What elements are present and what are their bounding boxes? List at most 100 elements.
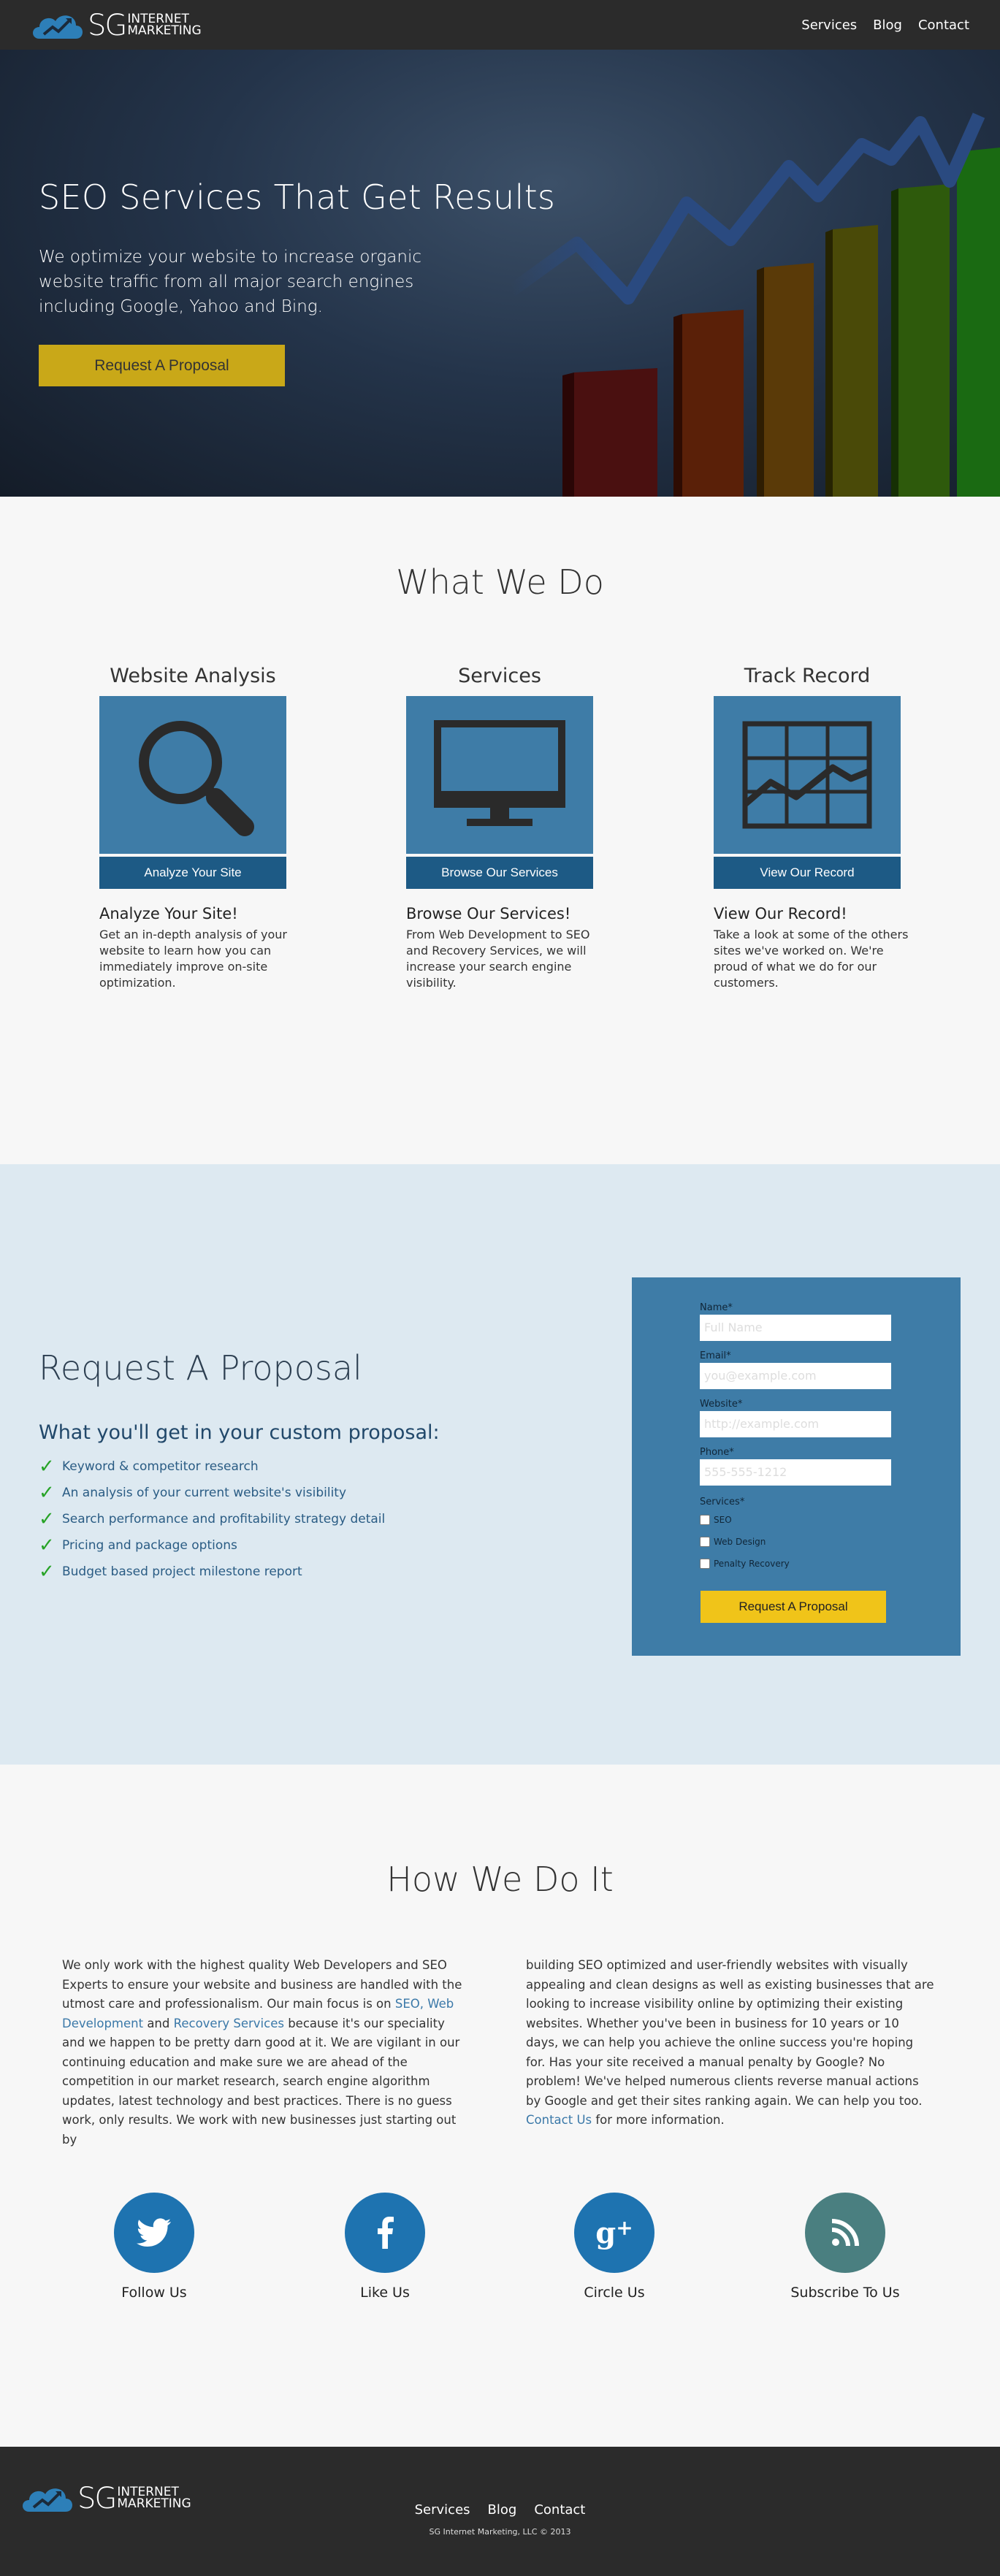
- how-text-right: building SEO optimized and user-friendly…: [526, 1956, 935, 2130]
- logo-line2: MARKETING: [127, 23, 202, 38]
- website-field[interactable]: http://example.com: [700, 1411, 891, 1437]
- name-field[interactable]: Full Name: [700, 1315, 891, 1341]
- social-google-plus[interactable]: g+ Circle Us: [556, 2193, 673, 2301]
- monitor-icon: [434, 720, 565, 826]
- social-rss[interactable]: Subscribe To Us: [787, 2193, 904, 2301]
- nav-services[interactable]: Services: [801, 18, 857, 33]
- how-we-do-it-title: How We Do It: [386, 1860, 614, 1899]
- social-label: Like Us: [360, 2285, 410, 2301]
- how-right-p2: for more information.: [592, 2113, 725, 2127]
- column-text: Take a look at some of the others sites …: [714, 928, 909, 990]
- list-item: ✓ Pricing and package options: [39, 1532, 385, 1559]
- email-field[interactable]: you@example.com: [700, 1363, 891, 1389]
- top-bar: SG INTERNET MARKETING Services Blog Cont…: [0, 0, 1000, 50]
- social-facebook[interactable]: Like Us: [327, 2193, 443, 2301]
- magnifier-icon: [139, 721, 254, 836]
- phone-field[interactable]: 555-555-1212: [700, 1459, 891, 1486]
- checkmark-icon: ✓: [39, 1534, 55, 1556]
- social-twitter[interactable]: Follow Us: [96, 2193, 213, 2301]
- list-item: ✓ Search performance and profitability st…: [39, 1506, 385, 1532]
- contact-us-link[interactable]: Contact Us: [526, 2113, 592, 2127]
- twitter-icon[interactable]: [114, 2193, 194, 2273]
- checkmark-icon: ✓: [39, 1456, 55, 1478]
- hero-request-proposal-button[interactable]: Request A Proposal: [39, 345, 285, 386]
- track-record-tile[interactable]: [714, 696, 901, 854]
- list-item-text: Search performance and profitability str…: [62, 1512, 386, 1526]
- footer-nav-blog[interactable]: Blog: [488, 2502, 517, 2518]
- form-submit-button[interactable]: Request A Proposal: [701, 1591, 886, 1623]
- how-right-p1: building SEO optimized and user-friendly…: [526, 1958, 934, 2108]
- column-text: From Web Development to SEO and Recovery…: [406, 928, 590, 990]
- checkbox[interactable]: [700, 1515, 710, 1525]
- social-label: Circle Us: [584, 2285, 645, 2301]
- footer-nav-services[interactable]: Services: [415, 2502, 470, 2518]
- footer: SG INTERNET MARKETING Services Blog Cont…: [0, 2447, 1000, 2576]
- service-option-penalty-recovery[interactable]: Penalty Recovery: [700, 1553, 790, 1575]
- column-subheading: View Our Record!: [714, 905, 847, 922]
- checkbox[interactable]: [700, 1537, 710, 1547]
- list-item-text: Keyword & competitor research: [62, 1459, 259, 1474]
- website-group: Website* http://example.com: [700, 1399, 891, 1437]
- list-item: ✓ An analysis of your current website's v…: [39, 1480, 385, 1506]
- column-heading: Services: [458, 665, 541, 687]
- name-label: Name*: [700, 1302, 733, 1313]
- website-label: Website*: [700, 1399, 743, 1410]
- copyright: SG Internet Marketing, LLC © 2013: [429, 2527, 571, 2537]
- analyze-site-button[interactable]: Analyze Your Site: [99, 857, 286, 889]
- hero-title: SEO Services That Get Results: [39, 177, 556, 217]
- nav-contact[interactable]: Contact: [918, 18, 969, 33]
- hero-growth-chart-illustration: [511, 112, 1000, 497]
- checkmark-icon: ✓: [39, 1482, 55, 1504]
- main-nav: Services Blog Contact: [801, 18, 969, 33]
- website-analysis-tile[interactable]: [99, 696, 286, 854]
- social-label: Follow Us: [121, 2285, 187, 2301]
- list-item-text: Pricing and package options: [62, 1538, 237, 1553]
- checkmark-icon: ✓: [39, 1561, 55, 1583]
- how-left-p3: because it's our speciality and we happe…: [62, 2016, 460, 2147]
- checkbox-label: Penalty Recovery: [714, 1559, 790, 1569]
- services-tile[interactable]: [406, 696, 593, 854]
- proposal-subtitle: What you'll get in your custom proposal:: [39, 1421, 440, 1444]
- proposal-benefits-list: ✓ Keyword & competitor research ✓ An analy…: [39, 1453, 385, 1585]
- name-group: Name* Full Name: [700, 1302, 891, 1341]
- cloud-logo-icon: [33, 15, 83, 39]
- recovery-services-link[interactable]: Recovery Services: [174, 2017, 284, 2030]
- email-label: Email*: [700, 1350, 731, 1361]
- service-option-seo[interactable]: SEO: [700, 1509, 790, 1531]
- how-left-p2: and: [143, 2016, 174, 2030]
- logo-sg: SG: [88, 9, 127, 42]
- footer-nav-contact[interactable]: Contact: [534, 2502, 585, 2518]
- column-track-record: Track Record View Our Record View Our Re…: [714, 665, 908, 991]
- email-group: Email* you@example.com: [700, 1350, 891, 1389]
- view-record-button[interactable]: View Our Record: [714, 857, 901, 889]
- facebook-icon[interactable]: [345, 2193, 425, 2273]
- social-label: Subscribe To Us: [790, 2285, 900, 2301]
- service-option-web-design[interactable]: Web Design: [700, 1531, 790, 1553]
- checkmark-icon: ✓: [39, 1508, 55, 1530]
- phone-label: Phone*: [700, 1447, 734, 1458]
- column-heading: Website Analysis: [110, 665, 276, 687]
- phone-group: Phone* 555-555-1212: [700, 1447, 891, 1486]
- column-website-analysis: Website Analysis Analyze Your Site Analy…: [99, 665, 287, 991]
- google-plus-icon[interactable]: g+: [574, 2193, 654, 2273]
- proposal-section: Request A Proposal What you'll get in yo…: [0, 1164, 1000, 1765]
- list-item: ✓ Keyword & competitor research: [39, 1453, 385, 1480]
- how-text-left: We only work with the highest quality We…: [62, 1956, 471, 2149]
- proposal-title: Request A Proposal: [39, 1348, 362, 1388]
- browse-services-button[interactable]: Browse Our Services: [406, 857, 593, 889]
- hero-text: We optimize your website to increase org…: [39, 248, 421, 316]
- rss-icon[interactable]: [805, 2193, 885, 2273]
- checkbox[interactable]: [700, 1559, 710, 1569]
- logo-text: INTERNET MARKETING: [127, 13, 202, 38]
- checkbox-label: Web Design: [714, 1537, 766, 1547]
- column-subheading: Browse Our Services!: [406, 905, 571, 922]
- services-group: Services* SEO Web Design Penalty Recover…: [700, 1497, 790, 1575]
- list-item: ✓ Budget based project milestone report: [39, 1559, 385, 1585]
- site-logo[interactable]: SG INTERNET MARKETING: [29, 9, 202, 42]
- column-heading: Track Record: [744, 665, 871, 687]
- list-item-text: Budget based project milestone report: [62, 1564, 302, 1579]
- hero-section: SEO Services That Get Results We optimiz…: [0, 50, 1000, 497]
- nav-blog[interactable]: Blog: [873, 18, 902, 33]
- column-services: Services Browse Our Services Browse Our …: [406, 665, 593, 991]
- what-we-do-title: What We Do: [396, 562, 604, 602]
